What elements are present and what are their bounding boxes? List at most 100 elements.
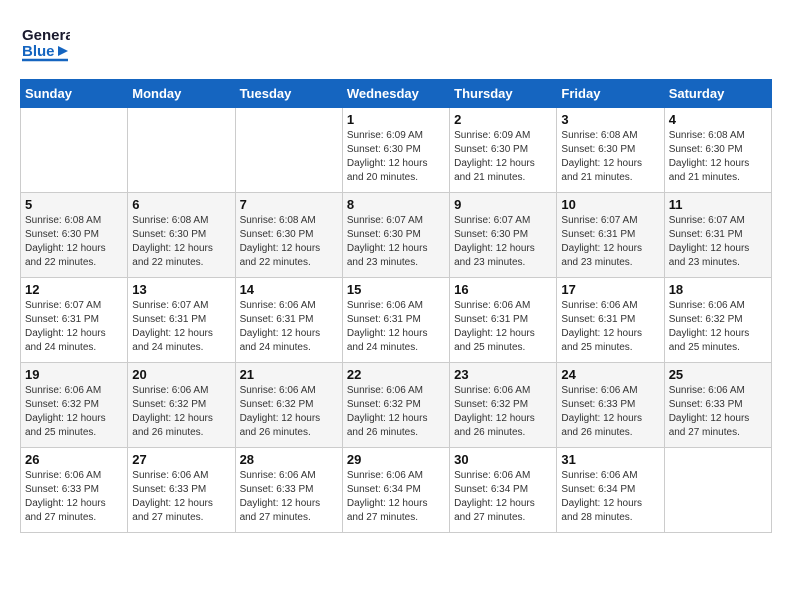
day-number: 28 bbox=[240, 452, 338, 467]
header-monday: Monday bbox=[128, 80, 235, 108]
day-info: Sunrise: 6:08 AMSunset: 6:30 PMDaylight:… bbox=[25, 214, 123, 270]
day-info: Sunrise: 6:06 AMSunset: 6:33 PMDaylight:… bbox=[669, 384, 767, 440]
day-number: 21 bbox=[240, 367, 338, 382]
header-saturday: Saturday bbox=[664, 80, 771, 108]
day-cell: 29 Sunrise: 6:06 AMSunset: 6:34 PMDayligh… bbox=[342, 448, 449, 533]
day-number: 8 bbox=[347, 197, 445, 212]
day-info: Sunrise: 6:06 AMSunset: 6:34 PMDaylight:… bbox=[454, 469, 552, 525]
day-number: 25 bbox=[669, 367, 767, 382]
day-cell: 25 Sunrise: 6:06 AMSunset: 6:33 PMDayligh… bbox=[664, 363, 771, 448]
day-cell: 31Sunrise: 6:06 AMSunset: 6:34 PMDayligh… bbox=[557, 448, 664, 533]
day-cell: 19Sunrise: 6:06 AMSunset: 6:32 PMDayligh… bbox=[21, 363, 128, 448]
day-number: 30 bbox=[454, 452, 552, 467]
day-cell: 21 Sunrise: 6:06 AMSunset: 6:32 PMDayligh… bbox=[235, 363, 342, 448]
logo-icon: General Blue bbox=[20, 20, 70, 64]
day-number: 16 bbox=[454, 282, 552, 297]
day-cell: 17 Sunrise: 6:06 AMSunset: 6:31 PMDayligh… bbox=[557, 278, 664, 363]
day-cell: 11 Sunrise: 6:07 AMSunset: 6:31 PMDayligh… bbox=[664, 193, 771, 278]
day-cell: 30 Sunrise: 6:06 AMSunset: 6:34 PMDayligh… bbox=[450, 448, 557, 533]
day-number: 6 bbox=[132, 197, 230, 212]
day-cell: 22 Sunrise: 6:06 AMSunset: 6:32 PMDayligh… bbox=[342, 363, 449, 448]
day-cell: 1 Sunrise: 6:09 AMSunset: 6:30 PMDaylight… bbox=[342, 108, 449, 193]
day-cell: 8 Sunrise: 6:07 AMSunset: 6:30 PMDaylight… bbox=[342, 193, 449, 278]
day-cell: 15Sunrise: 6:06 AMSunset: 6:31 PMDayligh… bbox=[342, 278, 449, 363]
day-info: Sunrise: 6:06 AMSunset: 6:31 PMDaylight:… bbox=[347, 299, 445, 355]
day-info: Sunrise: 6:09 AMSunset: 6:30 PMDaylight:… bbox=[347, 129, 445, 185]
week-row-2: 5Sunrise: 6:08 AMSunset: 6:30 PMDaylight… bbox=[21, 193, 772, 278]
calendar-table: SundayMondayTuesdayWednesdayThursdayFrid… bbox=[20, 79, 772, 533]
day-cell: 7 Sunrise: 6:08 AMSunset: 6:30 PMDaylight… bbox=[235, 193, 342, 278]
day-number: 7 bbox=[240, 197, 338, 212]
day-info: Sunrise: 6:06 AMSunset: 6:31 PMDaylight:… bbox=[561, 299, 659, 355]
day-number: 29 bbox=[347, 452, 445, 467]
day-number: 13 bbox=[132, 282, 230, 297]
day-cell: 13 Sunrise: 6:07 AMSunset: 6:31 PMDayligh… bbox=[128, 278, 235, 363]
svg-text:Blue: Blue bbox=[22, 43, 55, 60]
day-cell: 26 Sunrise: 6:06 AMSunset: 6:33 PMDayligh… bbox=[21, 448, 128, 533]
logo: General Blue bbox=[20, 20, 70, 69]
day-number: 23 bbox=[454, 367, 552, 382]
day-cell: 4Sunrise: 6:08 AMSunset: 6:30 PMDaylight… bbox=[664, 108, 771, 193]
day-info: Sunrise: 6:08 AMSunset: 6:30 PMDaylight:… bbox=[240, 214, 338, 270]
day-number: 3 bbox=[561, 112, 659, 127]
day-number: 12 bbox=[25, 282, 123, 297]
day-number: 18 bbox=[669, 282, 767, 297]
day-number: 2 bbox=[454, 112, 552, 127]
day-number: 14 bbox=[240, 282, 338, 297]
day-info: Sunrise: 6:06 AMSunset: 6:34 PMDaylight:… bbox=[347, 469, 445, 525]
day-info: Sunrise: 6:07 AMSunset: 6:31 PMDaylight:… bbox=[669, 214, 767, 270]
day-cell: 10 Sunrise: 6:07 AMSunset: 6:31 PMDayligh… bbox=[557, 193, 664, 278]
day-number: 22 bbox=[347, 367, 445, 382]
header-sunday: Sunday bbox=[21, 80, 128, 108]
day-info: Sunrise: 6:07 AMSunset: 6:30 PMDaylight:… bbox=[454, 214, 552, 270]
week-row-1: 1 Sunrise: 6:09 AMSunset: 6:30 PMDaylight… bbox=[21, 108, 772, 193]
page-header: General Blue bbox=[20, 20, 772, 69]
day-number: 9 bbox=[454, 197, 552, 212]
day-cell bbox=[21, 108, 128, 193]
day-info: Sunrise: 6:07 AMSunset: 6:30 PMDaylight:… bbox=[347, 214, 445, 270]
day-info: Sunrise: 6:06 AMSunset: 6:33 PMDaylight:… bbox=[25, 469, 123, 525]
day-cell: 27Sunrise: 6:06 AMSunset: 6:33 PMDayligh… bbox=[128, 448, 235, 533]
day-cell: 16 Sunrise: 6:06 AMSunset: 6:31 PMDayligh… bbox=[450, 278, 557, 363]
week-row-3: 12 Sunrise: 6:07 AMSunset: 6:31 PMDayligh… bbox=[21, 278, 772, 363]
day-info: Sunrise: 6:06 AMSunset: 6:32 PMDaylight:… bbox=[669, 299, 767, 355]
day-info: Sunrise: 6:06 AMSunset: 6:33 PMDaylight:… bbox=[561, 384, 659, 440]
day-info: Sunrise: 6:06 AMSunset: 6:32 PMDaylight:… bbox=[347, 384, 445, 440]
day-info: Sunrise: 6:08 AMSunset: 6:30 PMDaylight:… bbox=[669, 129, 767, 185]
day-number: 20 bbox=[132, 367, 230, 382]
day-number: 1 bbox=[347, 112, 445, 127]
day-cell: 18 Sunrise: 6:06 AMSunset: 6:32 PMDayligh… bbox=[664, 278, 771, 363]
day-cell: 28Sunrise: 6:06 AMSunset: 6:33 PMDayligh… bbox=[235, 448, 342, 533]
day-info: Sunrise: 6:06 AMSunset: 6:33 PMDaylight:… bbox=[132, 469, 230, 525]
day-cell: 9 Sunrise: 6:07 AMSunset: 6:30 PMDaylight… bbox=[450, 193, 557, 278]
day-cell bbox=[664, 448, 771, 533]
day-info: Sunrise: 6:06 AMSunset: 6:34 PMDaylight:… bbox=[561, 469, 659, 525]
day-info: Sunrise: 6:07 AMSunset: 6:31 PMDaylight:… bbox=[25, 299, 123, 355]
day-number: 10 bbox=[561, 197, 659, 212]
day-info: Sunrise: 6:07 AMSunset: 6:31 PMDaylight:… bbox=[561, 214, 659, 270]
day-info: Sunrise: 6:06 AMSunset: 6:31 PMDaylight:… bbox=[454, 299, 552, 355]
day-info: Sunrise: 6:07 AMSunset: 6:31 PMDaylight:… bbox=[132, 299, 230, 355]
day-cell: 3Sunrise: 6:08 AMSunset: 6:30 PMDaylight… bbox=[557, 108, 664, 193]
day-info: Sunrise: 6:06 AMSunset: 6:31 PMDaylight:… bbox=[240, 299, 338, 355]
header-wednesday: Wednesday bbox=[342, 80, 449, 108]
header-thursday: Thursday bbox=[450, 80, 557, 108]
day-number: 17 bbox=[561, 282, 659, 297]
day-number: 26 bbox=[25, 452, 123, 467]
day-cell: 24 Sunrise: 6:06 AMSunset: 6:33 PMDayligh… bbox=[557, 363, 664, 448]
day-info: Sunrise: 6:06 AMSunset: 6:32 PMDaylight:… bbox=[454, 384, 552, 440]
day-info: Sunrise: 6:09 AMSunset: 6:30 PMDaylight:… bbox=[454, 129, 552, 185]
day-cell: 6Sunrise: 6:08 AMSunset: 6:30 PMDaylight… bbox=[128, 193, 235, 278]
day-number: 24 bbox=[561, 367, 659, 382]
calendar-header-row: SundayMondayTuesdayWednesdayThursdayFrid… bbox=[21, 80, 772, 108]
day-number: 19 bbox=[25, 367, 123, 382]
day-cell: 12 Sunrise: 6:07 AMSunset: 6:31 PMDayligh… bbox=[21, 278, 128, 363]
day-cell bbox=[235, 108, 342, 193]
day-info: Sunrise: 6:06 AMSunset: 6:32 PMDaylight:… bbox=[132, 384, 230, 440]
day-info: Sunrise: 6:06 AMSunset: 6:32 PMDaylight:… bbox=[240, 384, 338, 440]
day-cell: 14 Sunrise: 6:06 AMSunset: 6:31 PMDayligh… bbox=[235, 278, 342, 363]
day-cell bbox=[128, 108, 235, 193]
day-number: 11 bbox=[669, 197, 767, 212]
day-cell: 23 Sunrise: 6:06 AMSunset: 6:32 PMDayligh… bbox=[450, 363, 557, 448]
day-cell: 2 Sunrise: 6:09 AMSunset: 6:30 PMDaylight… bbox=[450, 108, 557, 193]
